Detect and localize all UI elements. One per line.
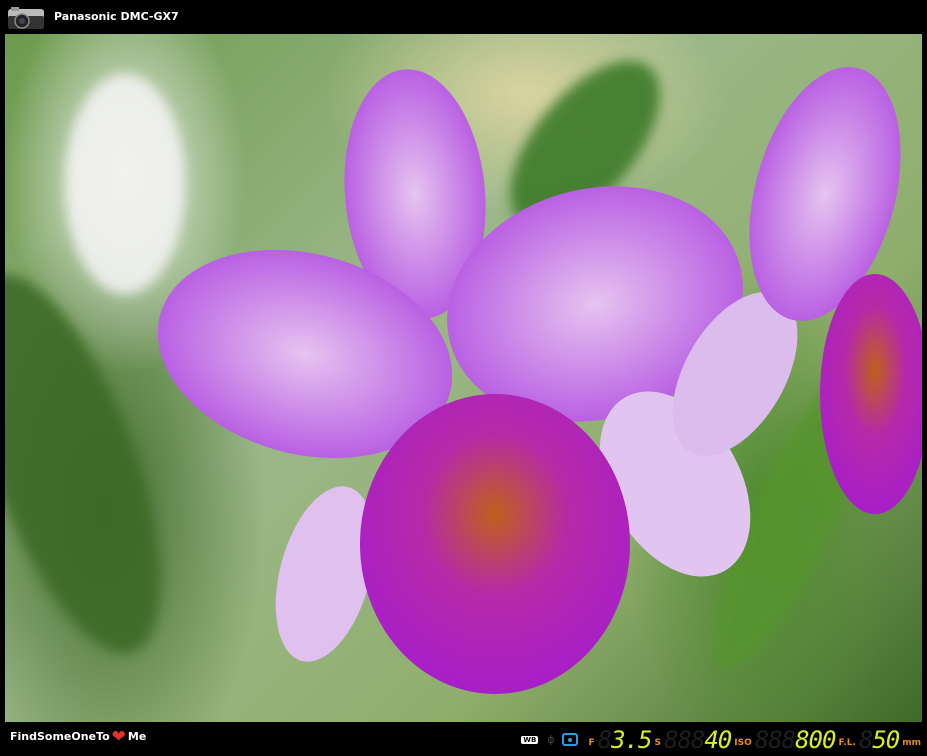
brand-prefix: FindSomeOneTo bbox=[10, 730, 110, 743]
camera-model: Panasonic DMC-GX7 bbox=[54, 10, 179, 23]
white-balance-icon: WB bbox=[521, 736, 539, 744]
info-bar: FindSomeOneTo ❤ Me WB ϕ F 83.5 S 88840 I… bbox=[0, 722, 927, 756]
iso-value: 888800 bbox=[754, 726, 837, 754]
shutter-value: 88840 bbox=[664, 726, 732, 754]
metering-icon bbox=[561, 733, 578, 746]
exif-readout: WB ϕ F 83.5 S 88840 ISO 888800 F.L. 850 … bbox=[521, 724, 921, 752]
shutter-label: S bbox=[654, 738, 661, 748]
aperture-label: F bbox=[588, 738, 595, 748]
focal-unit: mm bbox=[902, 738, 921, 748]
camera-icon bbox=[8, 7, 44, 29]
orchid-photo bbox=[5, 34, 922, 722]
focal-length-label: F.L. bbox=[838, 738, 856, 748]
brand-logo: FindSomeOneTo ❤ Me bbox=[10, 726, 147, 747]
orchid-image bbox=[5, 60, 922, 694]
brand-suffix: Me bbox=[127, 730, 147, 743]
heart-icon: ❤ bbox=[111, 726, 126, 747]
iso-label: ISO bbox=[734, 738, 752, 748]
aperture-value: 83.5 bbox=[597, 726, 653, 754]
focal-length-value: 850 bbox=[858, 726, 900, 754]
flash-icon: ϕ bbox=[547, 733, 555, 746]
title-bar: Panasonic DMC-GX7 bbox=[0, 0, 927, 34]
